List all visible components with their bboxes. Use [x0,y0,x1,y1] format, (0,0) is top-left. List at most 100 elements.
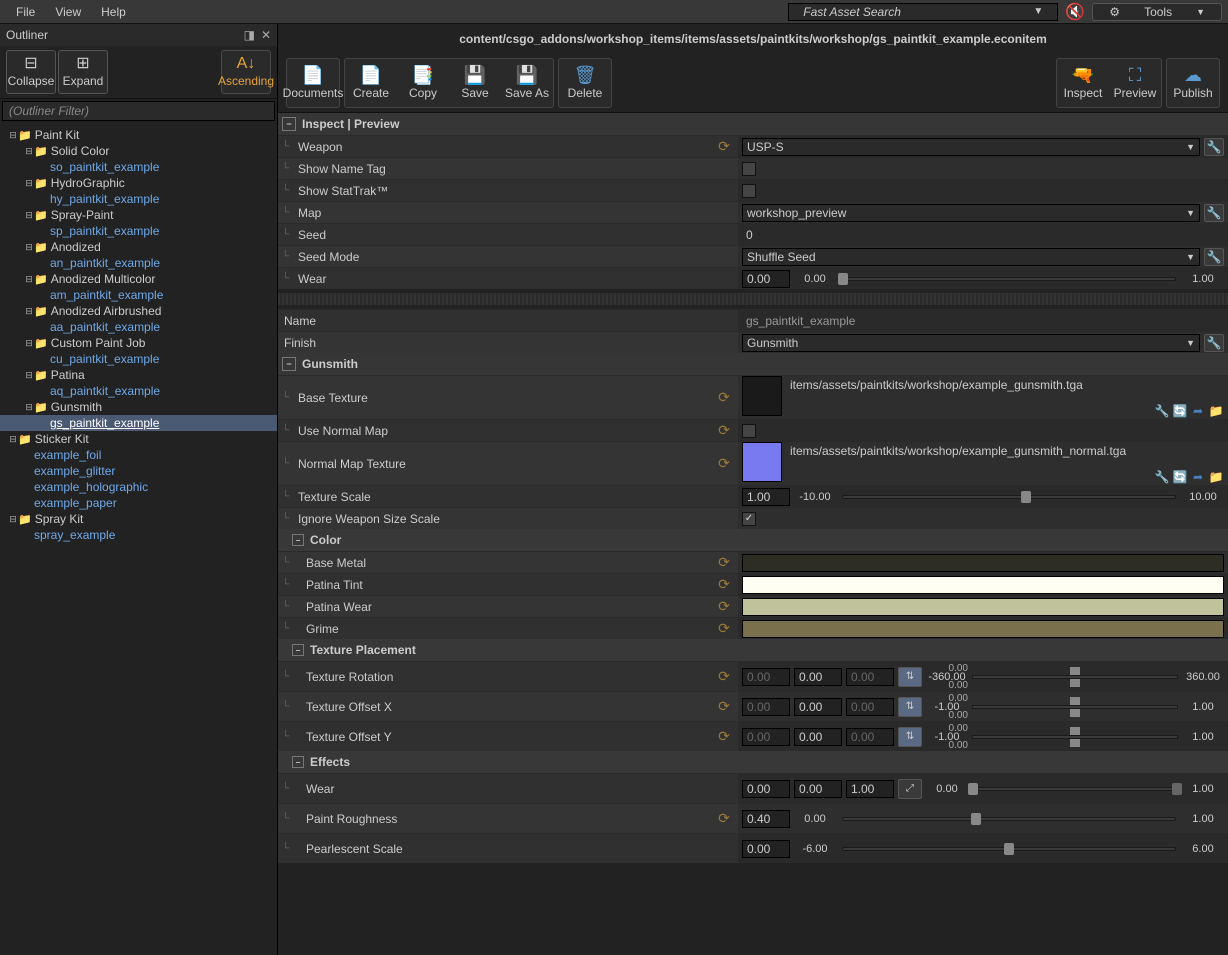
ox-slider[interactable]: 0.000.00 [972,695,1178,719]
tree-item[interactable]: ⊟📁Spray-Paint [0,207,277,223]
save-button[interactable]: 💾Save [451,61,499,105]
wrench-icon[interactable]: 🔧 [1204,248,1224,266]
weapon-dropdown[interactable]: USP-S▼ [742,138,1200,156]
patina-wear-swatch[interactable] [742,598,1224,616]
use-normal-checkbox[interactable] [742,424,756,438]
eff-wear-slider[interactable] [972,787,1178,791]
paint-roughness-slider[interactable] [842,817,1176,821]
preview-button[interactable]: ⛶Preview [1111,61,1159,105]
wrench-icon[interactable]: 🔧 [1154,403,1170,419]
texture-scale-input[interactable] [742,488,790,506]
wear-slider[interactable] [842,277,1176,281]
refresh-icon[interactable]: 🔄 [1172,403,1188,419]
save-as-button[interactable]: 💾Save As [503,61,551,105]
tree-item[interactable]: an_paintkit_example [0,255,277,271]
texture-preview[interactable] [742,376,782,416]
link-toggle[interactable]: ⇅ [898,697,922,717]
eff-wear-input-1[interactable] [742,780,790,798]
collapse-icon[interactable]: − [292,644,304,656]
refresh-icon[interactable]: ⟳ [716,699,732,715]
rot-slider[interactable]: 0.000.00 [972,665,1178,689]
refresh-icon[interactable]: ⟳ [716,729,732,745]
tree-item[interactable]: so_paintkit_example [0,159,277,175]
tree-item[interactable]: spray_example [0,527,277,543]
wrench-icon[interactable]: 🔧 [1154,469,1170,485]
dock-icon[interactable]: ◨ [244,28,255,42]
oy-input-1[interactable] [742,728,790,746]
refresh-icon[interactable]: ⟳ [716,423,732,439]
link-toggle[interactable]: ⤢ [898,779,922,799]
folder-icon[interactable]: 📁 [1208,403,1224,419]
tree-item[interactable]: ⊟📁Solid Color [0,143,277,159]
goto-icon[interactable]: ➦ [1190,469,1206,485]
goto-icon[interactable]: ➦ [1190,403,1206,419]
menu-help[interactable]: Help [91,5,136,19]
tree-item[interactable]: aa_paintkit_example [0,319,277,335]
fast-asset-search[interactable]: Fast Asset Search ▼ [788,3,1058,21]
refresh-icon[interactable]: ⟳ [716,456,732,472]
collapse-icon[interactable]: − [282,117,296,131]
refresh-icon[interactable]: ⟳ [716,577,732,593]
ignore-size-checkbox[interactable]: ✓ [742,512,756,526]
tree-item[interactable]: ⊟📁Gunsmith [0,399,277,415]
collapse-icon[interactable]: − [292,756,304,768]
tree-item[interactable]: ⊟📁Custom Paint Job [0,335,277,351]
copy-button[interactable]: 📑Copy [399,61,447,105]
tree-item[interactable]: sp_paintkit_example [0,223,277,239]
section-effects[interactable]: −Effects [278,751,1228,773]
outliner-filter[interactable]: (Outliner Filter) [2,101,275,121]
refresh-icon[interactable]: ⟳ [716,555,732,571]
ox-input-2[interactable] [794,698,842,716]
ox-input-1[interactable] [742,698,790,716]
link-toggle[interactable]: ⇅ [898,667,922,687]
inspect-button[interactable]: 🔫Inspect [1059,61,1107,105]
tree-item[interactable]: aq_paintkit_example [0,383,277,399]
show-stattrak-checkbox[interactable] [742,184,756,198]
tree-item[interactable]: ⊟📁Anodized Multicolor [0,271,277,287]
base-metal-swatch[interactable] [742,554,1224,572]
tree-item[interactable]: example_glitter [0,463,277,479]
delete-button[interactable]: 🗑Delete [561,61,609,105]
tree-item[interactable]: ⊟📁Sticker Kit [0,431,277,447]
tree-item[interactable]: am_paintkit_example [0,287,277,303]
section-inspect-preview[interactable]: −Inspect | Preview [278,113,1228,135]
menu-view[interactable]: View [45,5,91,19]
collapse-icon[interactable]: − [292,534,304,546]
close-icon[interactable]: ✕ [261,28,271,42]
mute-icon[interactable]: 🔇 [1062,2,1088,22]
link-toggle[interactable]: ⇅ [898,727,922,747]
refresh-icon[interactable]: ⟳ [716,390,732,406]
rot-input-3[interactable] [846,668,894,686]
collapse-icon[interactable]: − [282,357,296,371]
oy-slider[interactable]: 0.000.00 [972,725,1178,749]
wrench-icon[interactable]: 🔧 [1204,138,1224,156]
refresh-icon[interactable]: ⟳ [716,621,732,637]
patina-tint-swatch[interactable] [742,576,1224,594]
tree-item[interactable]: ⊟📁Anodized Airbrushed [0,303,277,319]
ascending-button[interactable]: A↓Ascending [221,50,271,94]
folder-icon[interactable]: 📁 [1208,469,1224,485]
finish-dropdown[interactable]: Gunsmith▼ [742,334,1200,352]
refresh-icon[interactable]: ⟳ [716,599,732,615]
oy-input-3[interactable] [846,728,894,746]
texture-preview[interactable] [742,442,782,482]
documents-button[interactable]: 📄Documents [289,61,337,105]
separator[interactable] [278,293,1228,305]
tree-item[interactable]: ⊟📁Spray Kit [0,511,277,527]
eff-wear-input-2[interactable] [794,780,842,798]
rot-input-1[interactable] [742,668,790,686]
section-texture-placement[interactable]: −Texture Placement [278,639,1228,661]
tree-item[interactable]: example_foil [0,447,277,463]
tree-item[interactable]: ⊟📁HydroGraphic [0,175,277,191]
menu-file[interactable]: File [6,5,45,19]
tree-item[interactable]: hy_paintkit_example [0,191,277,207]
wear-input[interactable] [742,270,790,288]
tools-button[interactable]: ⚙ Tools ▼ [1092,3,1222,21]
grime-swatch[interactable] [742,620,1224,638]
map-dropdown[interactable]: workshop_preview▼ [742,204,1200,222]
tree-item[interactable]: example_holographic [0,479,277,495]
pearlescent-slider[interactable] [842,847,1176,851]
publish-button[interactable]: ☁Publish [1169,61,1217,105]
refresh-icon[interactable]: ⟳ [716,139,732,155]
oy-input-2[interactable] [794,728,842,746]
